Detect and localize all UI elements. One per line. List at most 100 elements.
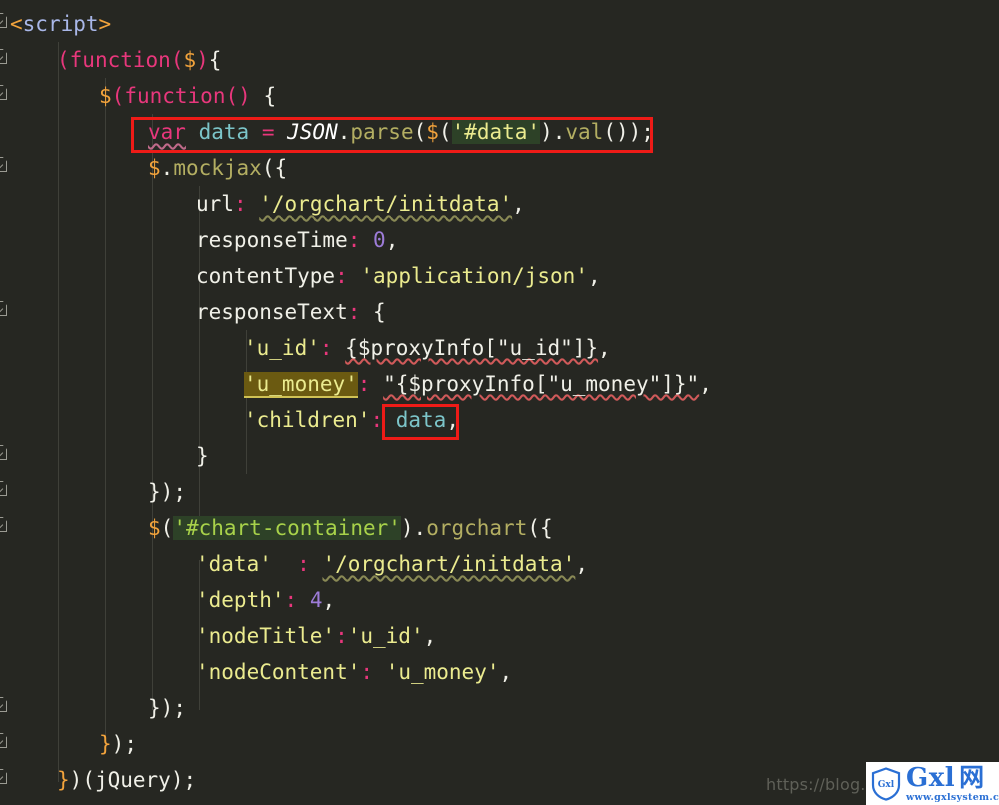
code-line[interactable]: }); [99,726,137,762]
colon: : [357,372,371,396]
semicolon: ; [124,732,137,756]
string-node-content-key: 'nodeContent' [196,660,361,684]
paren-close: ) [160,696,174,720]
brace-open: { [274,156,288,180]
identifier-data: data [198,120,250,144]
property-content-type: contentType [196,264,336,288]
paren-close: ) [400,516,414,540]
tag-close-bracket: > [98,12,112,36]
string-application-json: 'application/json' [360,264,588,288]
paren-close: ) [170,768,184,792]
string-u-money-key: 'u_money' [244,372,358,398]
code-line[interactable]: 'nodeContent': 'u_money', [196,654,512,690]
semicolon: ; [173,696,186,720]
code-content[interactable]: <script> (function($){ $(function() { va… [0,0,999,805]
colon: : [347,300,361,324]
comma: , [598,336,611,360]
logo-domain-text: www.gxlsystem.com [906,791,999,803]
comma: , [575,552,588,576]
code-line[interactable]: var data = JSON.parse($('#data').val()); [148,114,654,150]
paren-open: ( [603,120,616,144]
code-line[interactable]: $(function() { [99,78,276,114]
paren-close: ) [160,480,174,504]
keyword-function: function [69,48,171,72]
code-line[interactable]: url: '/orgchart/initdata', [196,186,525,222]
method-orgchart: orgchart [426,516,528,540]
paren-close: ) [615,120,629,144]
comma: , [322,588,336,612]
paren-close: ) [111,732,125,756]
spacing [272,552,297,576]
number-four: 4 [309,588,323,612]
code-line[interactable]: 'nodeTitle':'u_id', [196,618,436,654]
code-line[interactable]: 'u_money': "{$proxyInfo["u_money"]}", [244,366,712,402]
paren-open: ( [57,48,70,72]
dot: . [160,156,174,180]
paren-open: ( [170,48,184,72]
code-line[interactable]: (function($){ [57,42,221,78]
dollar-identifier: $ [99,84,112,108]
string-u-money-value: 'u_money' [385,660,500,684]
code-line[interactable]: }); [148,474,186,510]
comma: , [423,624,437,648]
code-line[interactable]: <script> [10,6,111,42]
comma: , [699,372,712,396]
string-children-key: 'children' [244,408,371,432]
shield-icon: Gxl [871,766,901,801]
paren-open: ( [111,84,125,108]
code-line[interactable]: } [196,438,209,474]
code-line[interactable]: responseText: { [196,294,386,330]
comma: , [499,660,513,684]
code-line[interactable]: contentType: 'application/json', [196,258,601,294]
string-node-title-key: 'nodeTitle' [196,624,336,648]
method-parse: parse [350,120,414,144]
logo-wordmark: Gxl 网 [906,762,999,792]
dollar-identifier: $ [426,120,439,144]
template-expr-u-id: {$proxyInfo["u_id"]} [345,336,599,360]
logo-text-group: Gxl网 www.gxlsystem.com [906,762,999,803]
site-logo-badge: Gxl Gxl网 www.gxlsystem.com [866,762,999,805]
identifier-data: data [395,408,447,432]
colon: : [335,624,348,648]
code-line[interactable]: $.mockjax({ [148,150,287,186]
string-initdata-url: '/orgchart/initdata' [259,192,513,216]
keyword-function: function [124,84,226,108]
dot: . [337,120,351,144]
brace-close: } [148,480,161,504]
brace-open: { [208,48,222,72]
code-line[interactable]: $('#chart-container').orgchart({ [148,510,553,546]
logo-cjk-char: 网 [959,762,985,792]
comma: , [385,228,399,252]
dollar-identifier: $ [148,156,161,180]
code-line[interactable]: 'children': data, [244,402,459,438]
code-line[interactable]: }); [148,690,186,726]
code-line[interactable]: responseTime: 0, [196,222,398,258]
paren-close: ) [196,48,209,72]
code-line[interactable]: 'u_id': {$proxyInfo["u_id"]}, [244,330,611,366]
paren-open: ( [82,768,95,792]
paren-open: ( [225,84,239,108]
code-line[interactable]: 'data' : '/orgchart/initdata', [196,546,588,582]
paren-close: ) [628,120,642,144]
code-line[interactable]: })(jQuery); [57,762,196,798]
paren-open: ( [413,120,427,144]
property-response-text: responseText [196,300,348,324]
colon: : [370,408,384,432]
colon: : [347,228,361,252]
string-u-id-key: 'u_id' [244,336,320,360]
property-response-time: responseTime [196,228,348,252]
brace-close: } [148,696,161,720]
colon: : [233,192,247,216]
comma: , [587,264,601,288]
code-line[interactable]: 'depth': 4, [196,582,335,618]
brace-close: } [196,444,209,468]
